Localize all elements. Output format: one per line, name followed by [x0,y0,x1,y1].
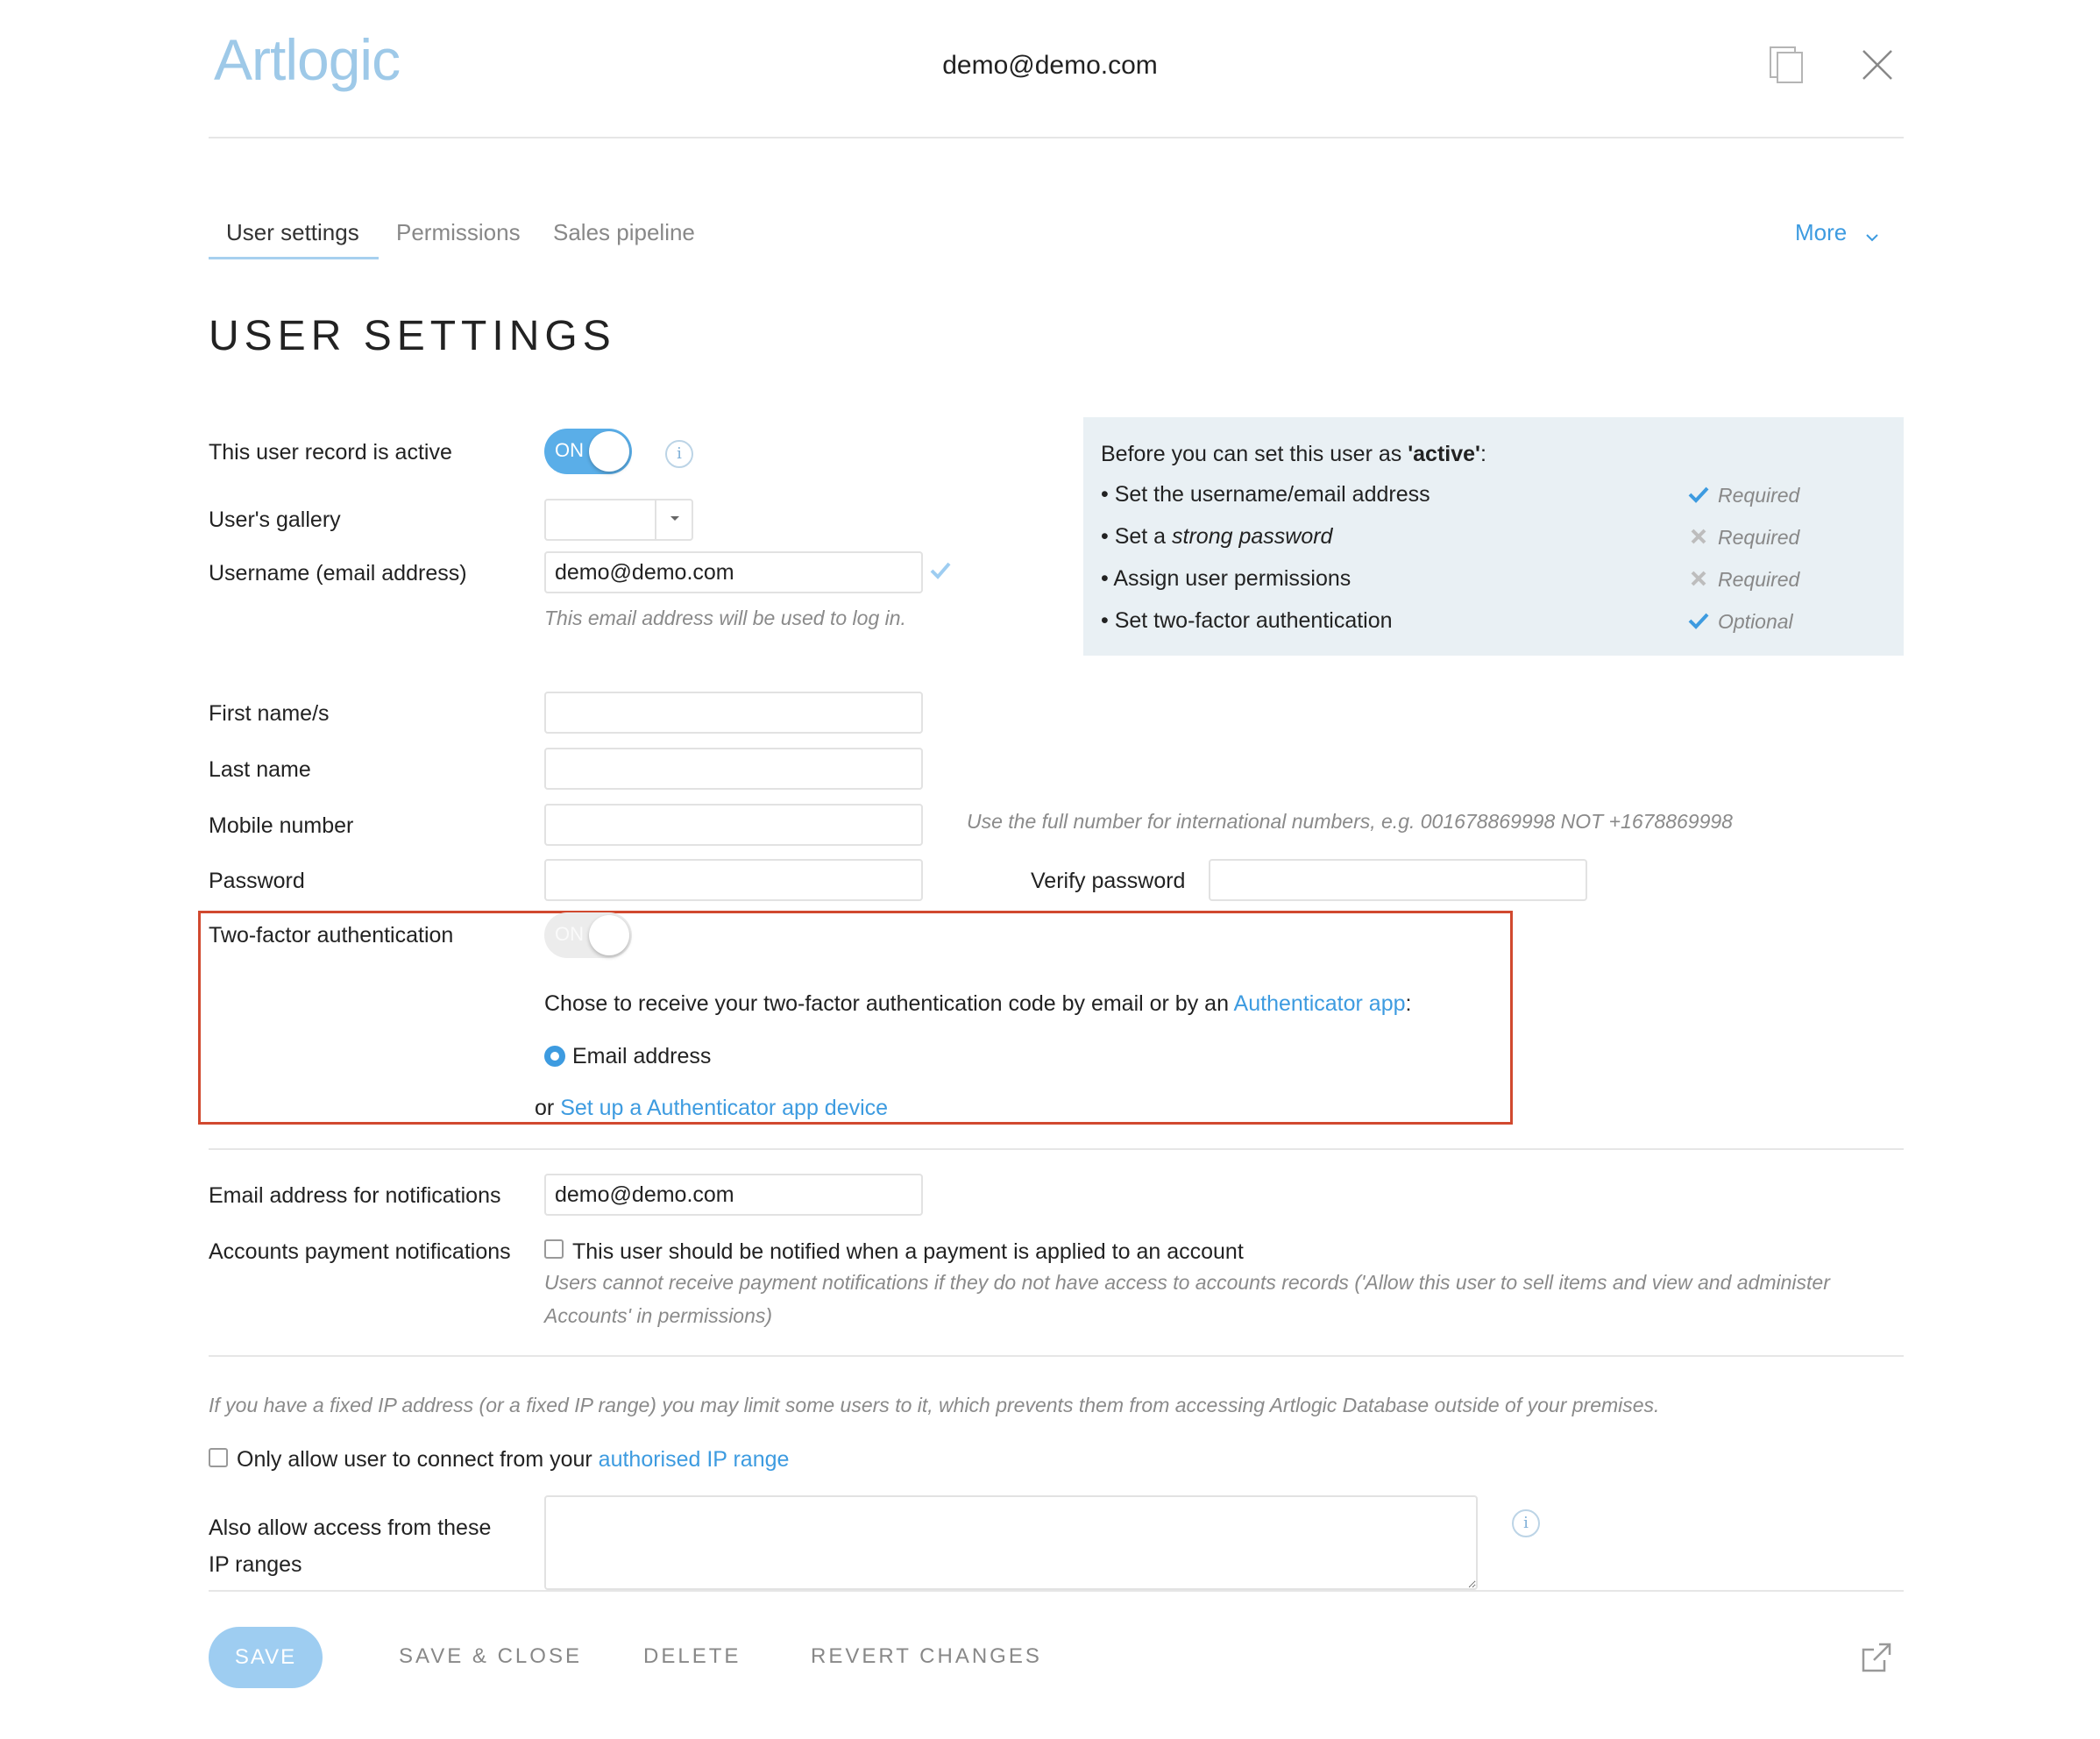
active-label: This user record is active [209,440,452,465]
gallery-select[interactable] [544,499,693,541]
requirement-password: • Set a strong password [1101,524,1333,549]
username-label: Username (email address) [209,561,467,586]
requirement-status: Required [1718,526,1800,549]
two-factor-label: Two-factor authentication [209,923,454,948]
requirement-status: Optional [1718,610,1793,633]
requirement-status: Required [1718,568,1800,591]
password-label: Password [209,869,305,893]
active-toggle-text: ON [555,439,584,461]
two-factor-prompt: Chose to receive your two-factor authent… [544,991,1412,1016]
notify-email-input[interactable] [544,1174,923,1216]
notify-email-label: Email address for notifications [209,1183,501,1208]
authenticator-setup-line: or Set up a Authenticator app device [535,1096,889,1120]
requirement-username: • Set the username/email address [1101,482,1430,507]
tab-user-settings[interactable]: User settings [226,219,359,246]
verify-password-label: Verify password [1031,869,1186,893]
ip-restrict-checkbox[interactable] [209,1448,228,1467]
delete-button[interactable]: DELETE [643,1644,741,1669]
tab-sales-pipeline[interactable]: Sales pipeline [553,219,695,246]
copy-icon[interactable] [1769,46,1807,84]
requirement-status: Required [1718,484,1800,507]
active-tab-indicator [209,257,379,259]
tab-permissions[interactable]: Permissions [396,219,521,246]
save-close-button[interactable]: SAVE & CLOSE [399,1644,582,1669]
more-menu[interactable]: More [1795,219,1879,248]
verify-password-input[interactable] [1209,859,1587,901]
username-input[interactable] [544,551,923,593]
mobile-hint: Use the full number for international nu… [967,810,1733,833]
active-toggle[interactable]: ON [544,429,632,474]
cross-icon [1690,528,1707,550]
revert-changes-button[interactable]: REVERT CHANGES [811,1644,1042,1669]
first-name-label: First name/s [209,701,330,726]
first-name-input[interactable] [544,692,923,734]
setup-authenticator-link[interactable]: Set up a Authenticator app device [560,1096,888,1120]
external-link-icon[interactable] [1860,1641,1893,1679]
section-divider [209,1148,1904,1150]
close-icon[interactable] [1862,49,1893,81]
email-address-radio[interactable] [544,1046,565,1067]
cross-icon [1690,570,1707,592]
last-name-label: Last name [209,757,311,782]
header-divider [209,137,1904,138]
footer-divider [209,1590,1904,1592]
check-icon [1688,612,1709,634]
payment-notify-note: Accounts' in permissions) [544,1304,773,1327]
two-factor-toggle[interactable]: ON [544,912,632,958]
toggle-knob [589,915,629,955]
authorised-ip-range-link[interactable]: authorised IP range [599,1447,790,1472]
payment-notify-note: Users cannot receive payment notificatio… [544,1271,1830,1294]
ip-ranges-label: Also allow access from these IP ranges [209,1515,492,1577]
page-title: USER SETTINGS [209,313,616,359]
info-icon[interactable]: i [665,440,693,468]
active-requirements-panel: Before you can set this user as 'active'… [1083,417,1904,656]
requirement-permissions: • Assign user permissions [1101,566,1352,591]
last-name-input[interactable] [544,748,923,790]
chevron-down-icon [1865,221,1879,248]
toggle-knob [589,431,629,472]
check-icon [929,561,952,585]
section-divider [209,1355,1904,1357]
accounts-payment-label: Accounts payment notifications [209,1239,511,1264]
check-icon [1688,486,1709,508]
ip-note: If you have a fixed IP address (or a fix… [209,1394,1660,1416]
ip-restrict-label: Only allow user to connect from your aut… [237,1447,790,1472]
ip-ranges-textarea[interactable] [544,1495,1478,1590]
info-icon[interactable]: i [1512,1509,1540,1537]
username-hint: This email address will be used to log i… [544,607,906,629]
caret-down-icon [668,511,682,529]
more-label: More [1795,219,1848,245]
requirements-title: Before you can set this user as 'active'… [1101,442,1486,466]
payment-notify-checkbox[interactable] [544,1239,564,1259]
two-factor-toggle-text: ON [555,923,584,945]
gallery-label: User's gallery [209,508,341,532]
password-input[interactable] [544,859,923,901]
select-divider [655,500,656,539]
authenticator-app-link[interactable]: Authenticator app [1234,991,1406,1016]
mobile-label: Mobile number [209,813,354,838]
mobile-input[interactable] [544,804,923,846]
save-button[interactable]: SAVE [209,1627,323,1688]
payment-notify-checkbox-label[interactable]: This user should be notified when a paym… [572,1239,1244,1265]
email-address-option-label[interactable]: Email address [572,1044,711,1069]
requirement-two-factor: • Set two-factor authentication [1101,608,1393,633]
